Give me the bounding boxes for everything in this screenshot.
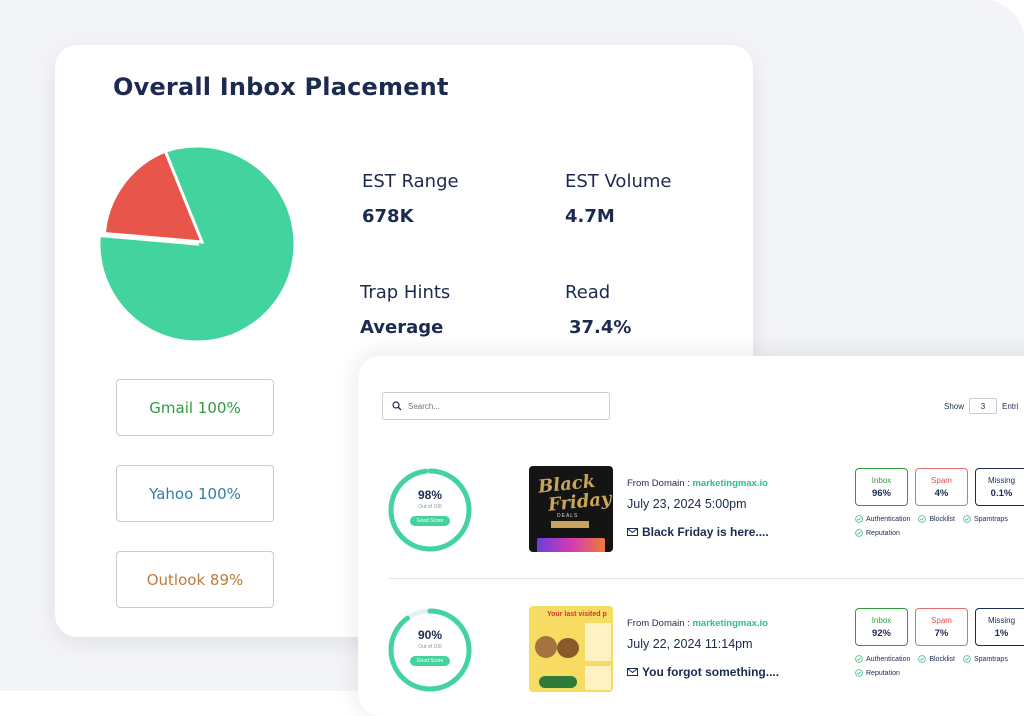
inbox-pill: Inbox 92%	[855, 608, 908, 646]
score-out-of: Out of 100	[418, 504, 442, 510]
email-thumbnail: Your last visited p	[529, 606, 613, 692]
stat-value: Average	[360, 317, 444, 338]
thumb-title: Black Friday	[537, 470, 613, 516]
thumb-toy-car	[539, 676, 577, 688]
check-spamtraps: Spamtraps	[963, 515, 1008, 523]
search-placeholder: Search...	[408, 401, 441, 411]
entries-selector: Show 3 Entri	[944, 398, 1018, 414]
provider-gmail[interactable]: Gmail 100%	[116, 379, 274, 436]
check-reputation: Reputation	[855, 669, 900, 677]
check-blocklist: Blocklist	[918, 515, 955, 523]
check-list: Authentication Blocklist Spamtraps Reput…	[855, 655, 1014, 679]
search-icon	[392, 401, 402, 411]
send-date: July 23, 2024 5:00pm	[627, 497, 747, 511]
stat-value: 37.4%	[569, 317, 632, 338]
score-badge: Good Score	[410, 656, 450, 666]
score-text: 98% Out of 100 Good Score	[386, 466, 474, 554]
email-row[interactable]: 98% Out of 100 Good Score Black Friday D…	[358, 454, 1024, 574]
score-percent: 98%	[417, 488, 443, 502]
send-date: July 22, 2024 11:14pm	[627, 637, 753, 651]
stat-read: Read 37.4%	[565, 282, 631, 338]
from-domain: From Domain : marketingmax.io	[627, 478, 768, 489]
domain-link[interactable]: marketingmax.io	[692, 478, 768, 489]
missing-pill: Missing 1%	[975, 608, 1024, 646]
check-authentication: Authentication	[855, 515, 910, 523]
stat-label: Read	[565, 282, 611, 303]
stat-label: Trap Hints	[360, 282, 451, 303]
check-circle-icon	[855, 669, 863, 677]
provider-yahoo[interactable]: Yahoo 100%	[116, 465, 274, 522]
thumb-title: Your last visited p	[547, 611, 607, 618]
thumb-cta	[551, 521, 589, 528]
thumb-device	[537, 538, 605, 552]
stat-label: EST Range	[362, 171, 459, 192]
row-divider	[388, 578, 1024, 579]
spam-pill: Spam 7%	[915, 608, 968, 646]
missing-pill: Missing 0.1%	[975, 468, 1024, 506]
domain-link[interactable]: marketingmax.io	[692, 618, 768, 629]
stat-trap-hints: Trap Hints Average	[360, 282, 450, 338]
placement-pie-chart	[97, 144, 297, 344]
inbox-pill: Inbox 96%	[855, 468, 908, 506]
check-circle-icon	[963, 515, 971, 523]
entries-label: Entri	[1002, 401, 1019, 411]
check-spamtraps: Spamtraps	[963, 655, 1008, 663]
stat-est-volume: EST Volume 4.7M	[565, 171, 671, 227]
stat-label: EST Volume	[565, 171, 672, 192]
email-subject: You forgot something....	[627, 665, 779, 679]
check-circle-icon	[855, 515, 863, 523]
mail-icon	[627, 668, 638, 676]
check-list: Authentication Blocklist Spamtraps Reput…	[855, 515, 1014, 539]
mail-icon	[627, 528, 638, 536]
thumb-teddy-bear	[535, 636, 557, 658]
provider-outlook[interactable]: Outlook 89%	[116, 551, 274, 608]
score-out-of: Out of 100	[418, 644, 442, 650]
spam-pill: Spam 4%	[915, 468, 968, 506]
email-thumbnail: Black Friday DEALS	[529, 466, 613, 552]
email-meta: From Domain : marketingmax.io July 23, 2…	[627, 478, 769, 539]
email-meta: From Domain : marketingmax.io July 22, 2…	[627, 618, 779, 679]
check-circle-icon	[963, 655, 971, 663]
check-authentication: Authentication	[855, 655, 910, 663]
entries-count-input[interactable]: 3	[969, 398, 998, 414]
check-circle-icon	[918, 515, 927, 523]
stat-est-range: EST Range 678K	[362, 171, 459, 227]
thumb-product-card	[585, 666, 611, 690]
email-subject: Black Friday is here....	[627, 525, 769, 539]
search-box[interactable]: Search...	[382, 392, 610, 420]
stat-value: 4.7M	[565, 206, 615, 227]
score-badge: Good Score	[410, 516, 450, 526]
thumb-deals: DEALS	[557, 513, 579, 519]
check-blocklist: Blocklist	[918, 655, 955, 663]
stat-value: 678K	[362, 206, 414, 227]
score-text: 90% Out of 100 Good Score	[386, 606, 474, 694]
show-label: Show	[944, 401, 965, 411]
check-circle-icon	[855, 655, 863, 663]
card-title: Overall Inbox Placement	[113, 73, 449, 101]
thumb-product-card	[585, 623, 611, 661]
check-circle-icon	[918, 655, 927, 663]
from-domain: From Domain : marketingmax.io	[627, 618, 768, 629]
score-percent: 90%	[417, 628, 443, 642]
check-reputation: Reputation	[855, 529, 900, 537]
email-tests-card: Search... Show 3 Entri 98% Out of 100 Go…	[358, 356, 1024, 716]
thumb-teddy-bear	[557, 638, 579, 658]
check-circle-icon	[855, 529, 863, 537]
email-row[interactable]: 90% Out of 100 Good Score Your last visi…	[358, 594, 1024, 714]
